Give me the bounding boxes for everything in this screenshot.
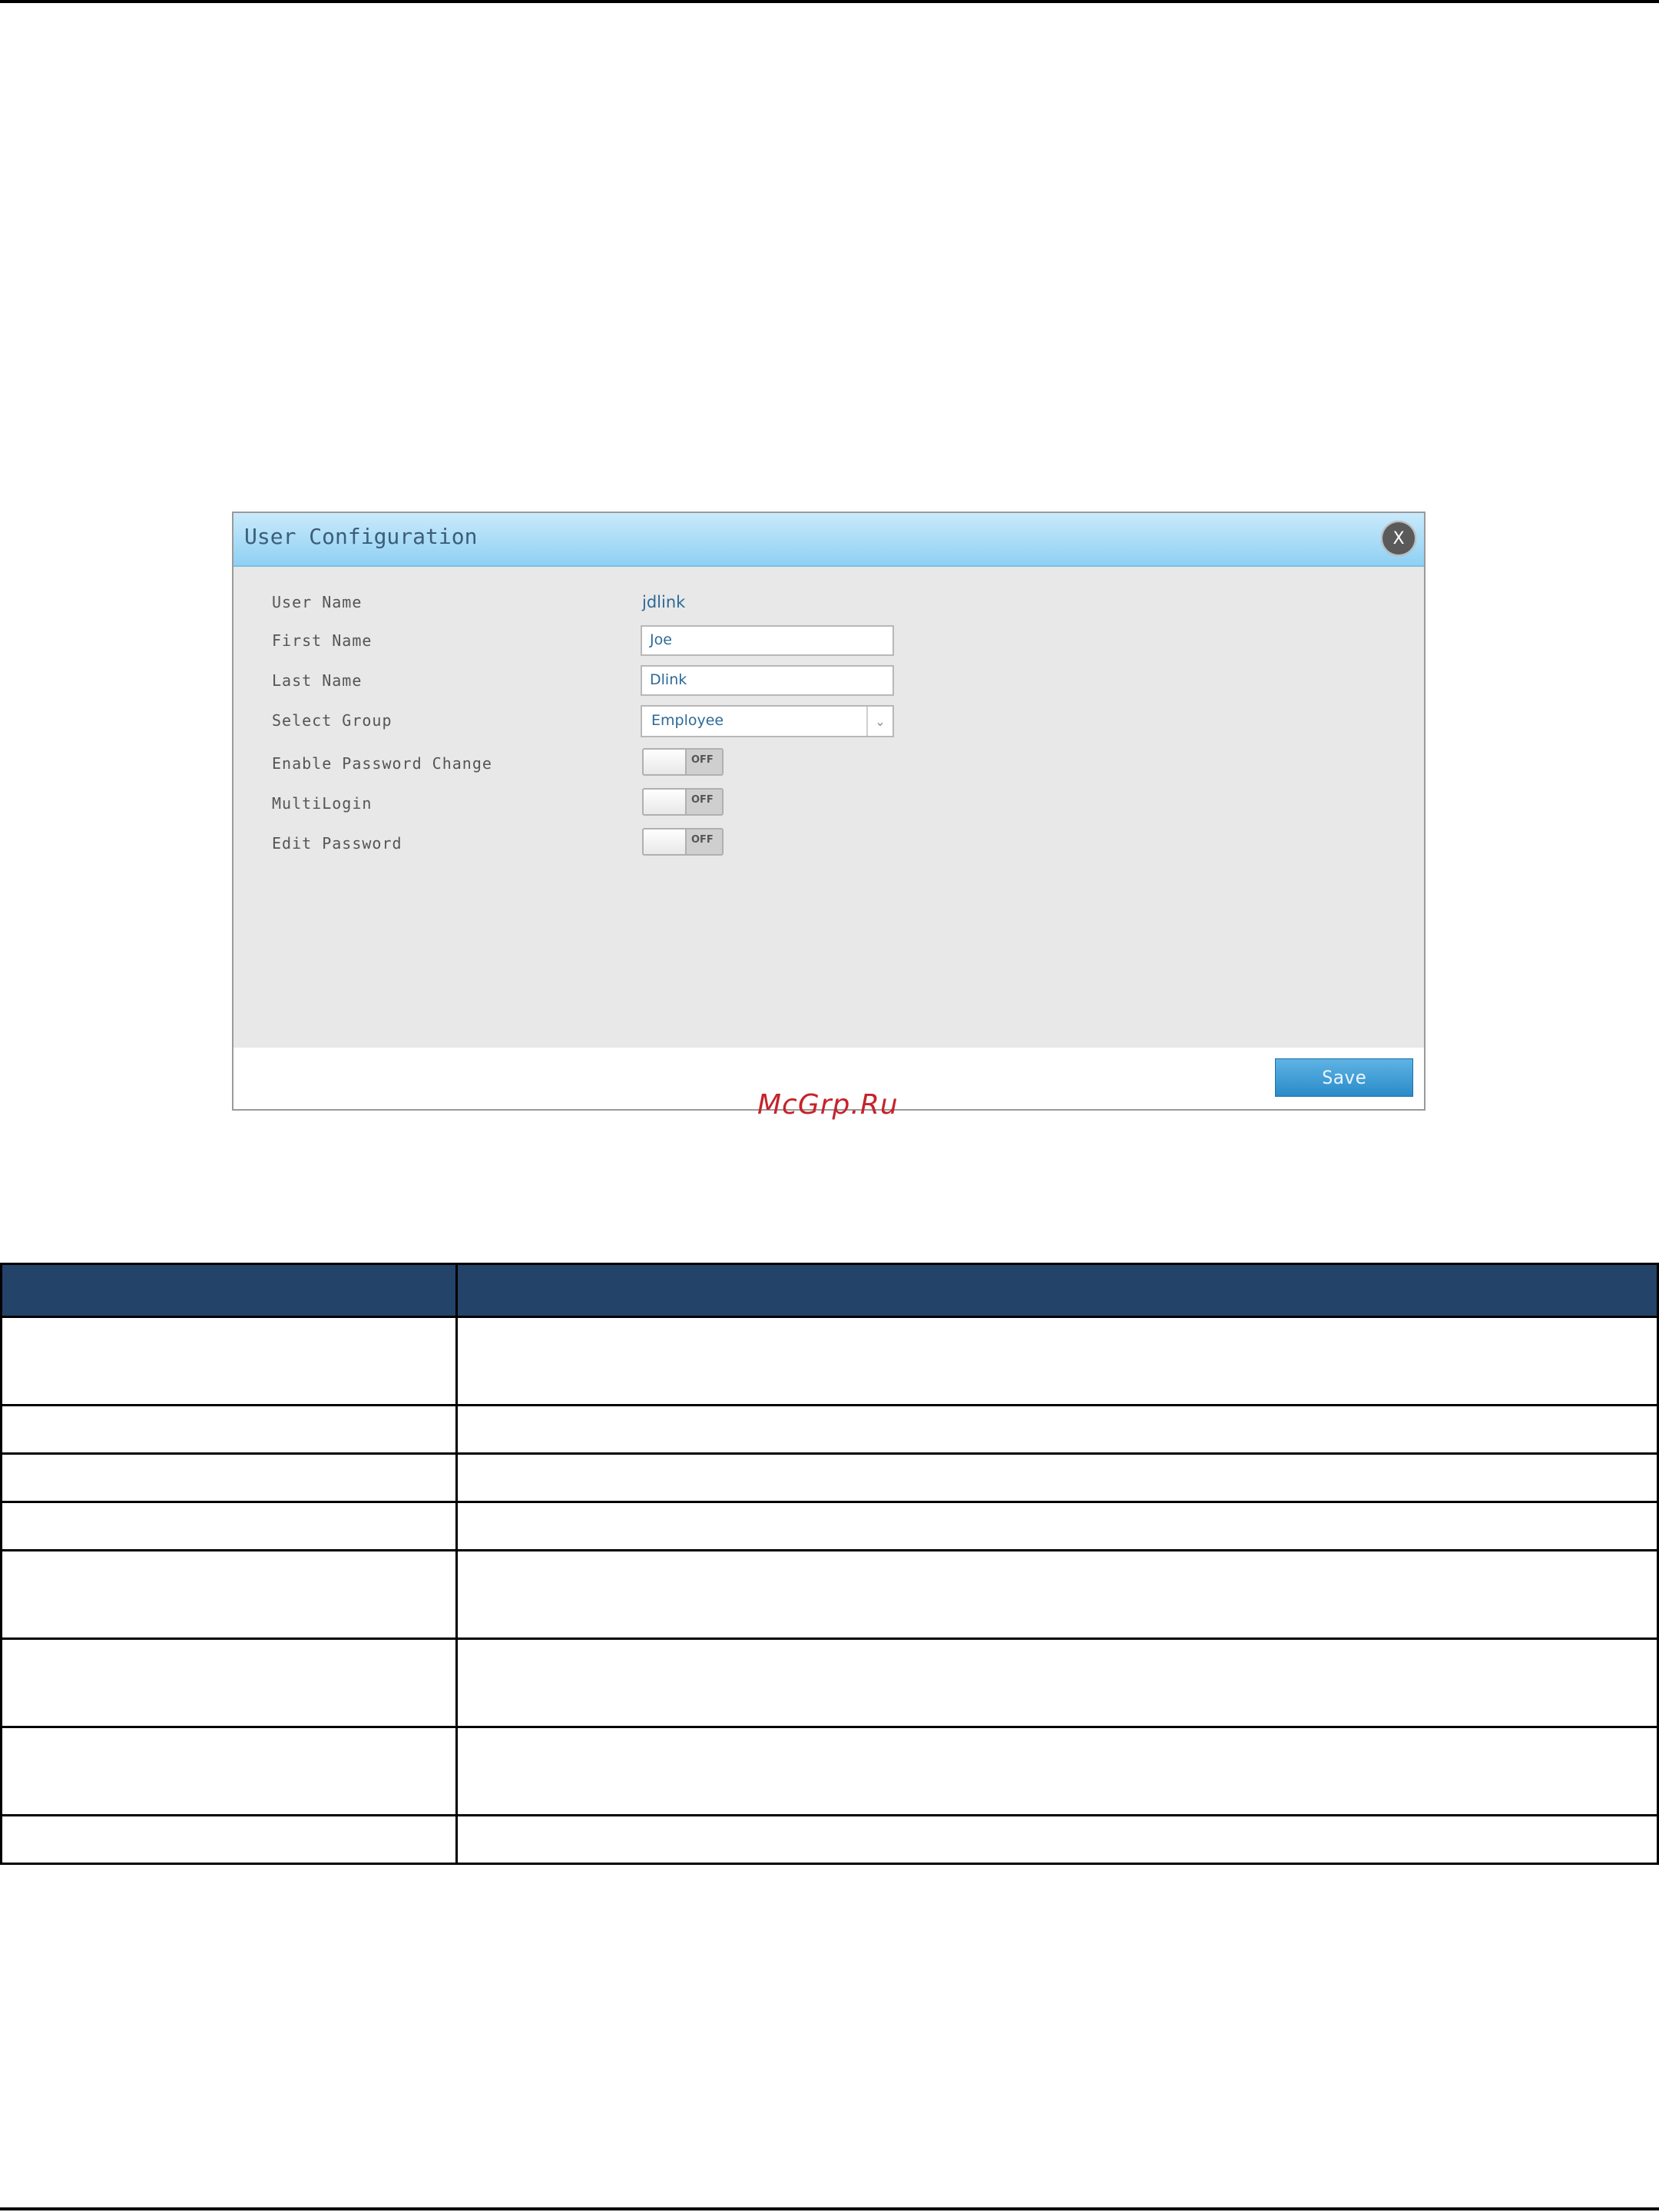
toggle-state: OFF <box>691 834 714 846</box>
user-name-label: User Name <box>272 593 363 611</box>
table-row <box>0 1726 1659 1816</box>
multilogin-row: MultiLogin OFF <box>233 788 1424 822</box>
multilogin-label: MultiLogin <box>272 794 373 813</box>
table-cell <box>0 1549 458 1640</box>
description-table <box>0 1263 1659 1865</box>
multilogin-toggle[interactable]: OFF <box>642 788 724 816</box>
table-cell <box>0 1404 458 1455</box>
table-cell <box>455 1501 1659 1551</box>
select-group-label: Select Group <box>272 711 392 730</box>
toggle-state: OFF <box>691 794 714 806</box>
last-name-row: Last Name Dlink <box>233 665 1424 699</box>
select-group-row: Select Group Employee ⌄ <box>233 705 1424 739</box>
toggle-state: OFF <box>691 754 714 766</box>
top-rule <box>0 0 1659 3</box>
user-name-value: jdlink <box>642 593 686 611</box>
table-cell <box>0 1637 458 1728</box>
table-cell <box>455 1637 1659 1728</box>
table-row <box>0 1452 1659 1503</box>
table-cell <box>0 1316 458 1406</box>
toggle-knob <box>644 790 687 814</box>
save-button[interactable]: Save <box>1275 1058 1413 1097</box>
table-row <box>0 1404 1659 1455</box>
table-row <box>0 1316 1659 1406</box>
table-header-row <box>0 1263 1659 1318</box>
close-button[interactable]: X <box>1381 521 1416 556</box>
enable-password-change-toggle[interactable]: OFF <box>642 748 724 776</box>
first-name-input[interactable]: Joe <box>641 625 894 656</box>
toggle-knob <box>644 750 687 774</box>
dialog-header: User Configuration X <box>233 513 1424 567</box>
edit-password-row: Edit Password OFF <box>233 828 1424 862</box>
user-name-row: User Name jdlink <box>233 587 1424 621</box>
last-name-input[interactable]: Dlink <box>641 665 894 696</box>
edit-password-label: Edit Password <box>272 834 402 853</box>
table-cell <box>455 1814 1659 1865</box>
enable-password-change-label: Enable Password Change <box>272 754 492 773</box>
table-row <box>0 1549 1659 1640</box>
watermark: McGrp.Ru <box>757 1089 899 1121</box>
close-icon: X <box>1392 528 1405 548</box>
toggle-knob <box>644 830 687 854</box>
enable-password-change-row: Enable Password Change OFF <box>233 748 1424 782</box>
table-cell <box>0 1501 458 1551</box>
table-cell <box>455 1316 1659 1406</box>
select-group-dropdown[interactable]: Employee ⌄ <box>641 705 894 737</box>
table-header-cell <box>455 1263 1659 1318</box>
table-cell <box>455 1404 1659 1455</box>
table-cell <box>455 1726 1659 1816</box>
table-cell <box>0 1452 458 1503</box>
table-cell <box>0 1814 458 1865</box>
bottom-rule <box>0 2207 1659 2210</box>
table-row <box>0 1637 1659 1728</box>
select-group-value: Employee <box>651 712 724 729</box>
last-name-label: Last Name <box>272 671 363 690</box>
table-row <box>0 1501 1659 1551</box>
dialog-title: User Configuration <box>244 524 478 549</box>
first-name-label: First Name <box>272 631 373 650</box>
edit-password-toggle[interactable]: OFF <box>642 828 724 856</box>
table-cell <box>455 1452 1659 1503</box>
table-cell <box>0 1726 458 1816</box>
user-configuration-dialog: User Configuration X User Name jdlink Fi… <box>232 512 1426 1111</box>
table-cell <box>455 1549 1659 1640</box>
table-header-cell <box>0 1263 458 1318</box>
chevron-down-icon: ⌄ <box>866 707 892 736</box>
first-name-row: First Name Joe <box>233 625 1424 659</box>
table-row <box>0 1814 1659 1865</box>
